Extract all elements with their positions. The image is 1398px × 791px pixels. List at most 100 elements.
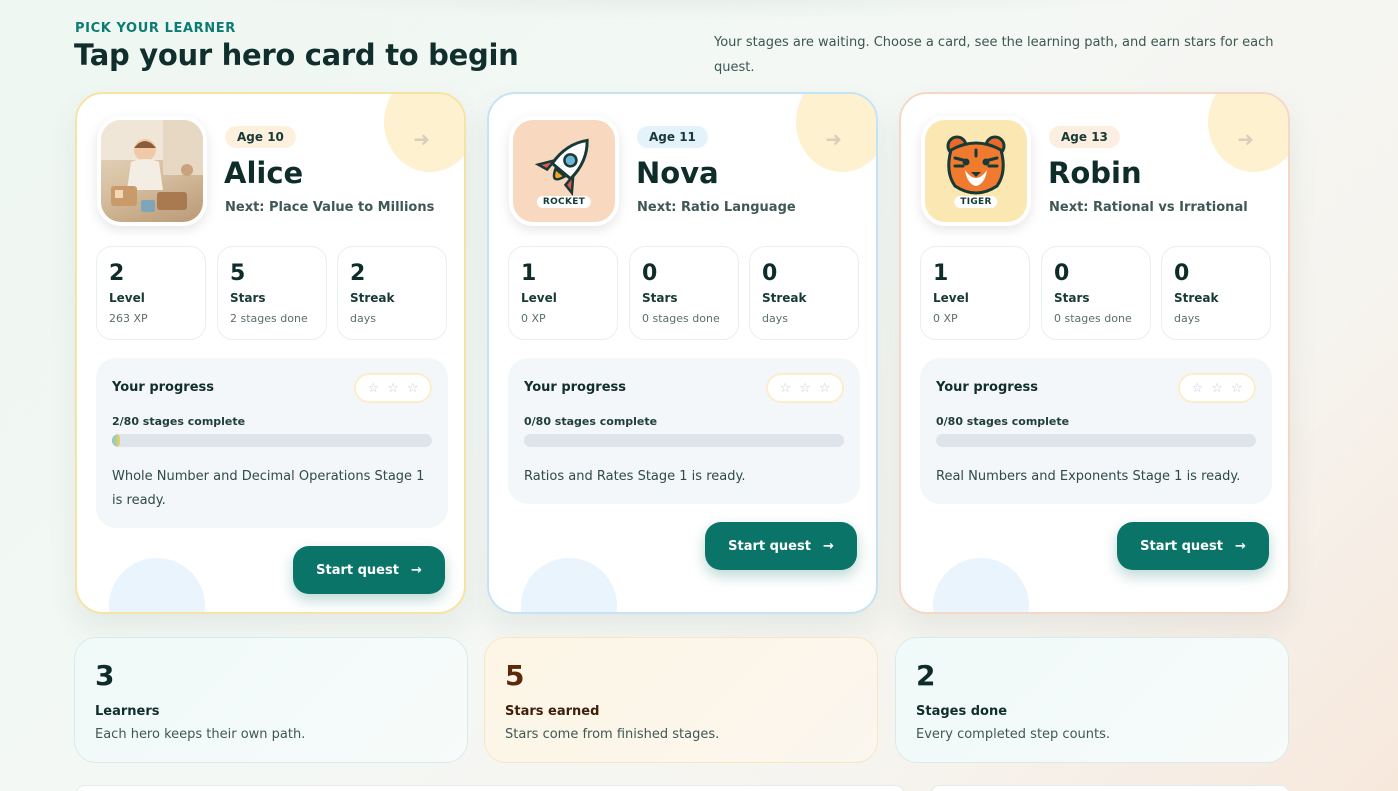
avatar: TIGER	[921, 116, 1031, 226]
summary-label: Stages done	[916, 704, 1008, 719]
avatar-tag: TIGER	[954, 196, 998, 208]
stat-label: Stars	[642, 291, 678, 305]
progress-message: Ratios and Rates Stage 1 is ready.	[524, 469, 746, 484]
progress-count: 0/80 stages complete	[524, 415, 658, 428]
hero-card-alice[interactable]: ➜ Age 10 Alice Next: Place Value to Mill…	[75, 92, 466, 614]
stat-level: 1 Level 0 XP	[508, 246, 618, 340]
summary-label: Learners	[95, 704, 160, 719]
avatar: ROCKET	[509, 116, 619, 226]
child-photo-icon	[101, 120, 203, 212]
stat-sub: 263 XP	[109, 312, 148, 325]
top-shadow	[200, 0, 1200, 20]
star-outline-icon: ☆	[1230, 380, 1243, 396]
stat-label: Level	[933, 291, 969, 305]
stat-sub: 0 stages done	[642, 312, 720, 325]
stat-value: 5	[230, 261, 246, 286]
summary-stars: 5 Stars earned Stars come from finished …	[484, 637, 878, 763]
eyebrow-label: PICK YOUR LEARNER	[75, 21, 236, 36]
stat-stars: 0 Stars 0 stages done	[629, 246, 739, 340]
progress-message: Real Numbers and Exponents Stage 1 is re…	[936, 469, 1241, 484]
stat-sub: 0 XP	[933, 312, 958, 325]
stat-sub: days	[1174, 312, 1200, 325]
age-badge: Age 10	[225, 126, 296, 148]
stat-sub: days	[762, 312, 788, 325]
stat-level: 2 Level 263 XP	[96, 246, 206, 340]
avatar	[97, 116, 207, 226]
stat-label: Stars	[1054, 291, 1090, 305]
avatar-tiger: TIGER	[925, 120, 1027, 222]
decor-blob	[109, 558, 205, 612]
next-lesson: Next: Rational vs Irrational	[1049, 200, 1248, 215]
stat-value: 1	[521, 261, 537, 286]
decor-blob	[933, 558, 1029, 612]
summary-description: Each hero keeps their own path.	[95, 727, 306, 742]
progress-bar	[936, 434, 1256, 447]
progress-bar-fill	[112, 434, 120, 447]
stat-sub: 2 stages done	[230, 312, 308, 325]
summary-description: Every completed step counts.	[916, 727, 1111, 742]
stat-sub: days	[350, 312, 376, 325]
progress-bar	[524, 434, 844, 447]
stat-label: Level	[521, 291, 557, 305]
star-outline-icon: ☆	[799, 380, 811, 396]
hero-card-nova[interactable]: ➜ ROCKET Age 11 Nova Next: Ratio Languag…	[487, 92, 878, 614]
avatar-photo	[101, 120, 203, 222]
decor-blob	[521, 558, 617, 612]
next-section-card	[930, 785, 1290, 791]
summary-description: Stars come from finished stages.	[505, 727, 720, 742]
stat-value: 0	[1054, 261, 1070, 286]
hero-name: Robin	[1048, 156, 1142, 190]
hero-name: Alice	[224, 156, 304, 190]
arrow-right-icon: ➜	[1237, 127, 1254, 151]
star-rating: ☆ ☆ ☆	[766, 373, 844, 403]
star-outline-icon: ☆	[367, 380, 380, 396]
progress-bar	[112, 434, 432, 447]
start-quest-button[interactable]: Start quest →	[1117, 522, 1269, 570]
start-quest-button[interactable]: Start quest →	[293, 546, 445, 594]
star-outline-icon: ☆	[779, 380, 792, 396]
progress-panel: Your progress ☆ ☆ ☆ 2/80 stages complete…	[96, 358, 448, 528]
stat-value: 2	[350, 261, 366, 286]
hero-card-robin[interactable]: ➜ TIGER Age 13 Robin Next: Rational vs I…	[899, 92, 1290, 614]
progress-panel: Your progress ☆ ☆ ☆ 0/80 stages complete…	[920, 358, 1272, 504]
stat-sub: 0 stages done	[1054, 312, 1132, 325]
stat-label: Stars	[230, 291, 266, 305]
summary-value: 2	[916, 659, 936, 692]
button-label: Start quest	[728, 538, 811, 554]
age-badge: Age 13	[1049, 126, 1120, 148]
stat-stars: 0 Stars 0 stages done	[1041, 246, 1151, 340]
star-outline-icon: ☆	[818, 380, 831, 396]
arrow-right-icon: →	[822, 538, 834, 554]
start-quest-button[interactable]: Start quest →	[705, 522, 857, 570]
button-label: Start quest	[1140, 538, 1223, 554]
star-outline-icon: ☆	[387, 380, 399, 396]
progress-panel: Your progress ☆ ☆ ☆ 0/80 stages complete…	[508, 358, 860, 504]
button-label: Start quest	[316, 562, 399, 578]
stat-streak: 0 Streak days	[749, 246, 859, 340]
next-lesson: Next: Place Value to Millions	[225, 200, 435, 215]
arrow-right-icon: →	[410, 562, 422, 578]
stat-label: Level	[109, 291, 145, 305]
star-outline-icon: ☆	[1211, 380, 1223, 396]
progress-count: 2/80 stages complete	[112, 415, 246, 428]
stat-value: 0	[642, 261, 658, 286]
stat-label: Streak	[1174, 291, 1219, 305]
stat-sub: 0 XP	[521, 312, 546, 325]
hero-name: Nova	[636, 156, 719, 190]
summary-value: 5	[505, 659, 525, 692]
stat-label: Streak	[350, 291, 395, 305]
summary-label: Stars earned	[505, 704, 600, 719]
stat-stars: 5 Stars 2 stages done	[217, 246, 327, 340]
age-badge: Age 11	[637, 126, 708, 148]
avatar-tag: ROCKET	[536, 196, 592, 208]
arrow-right-icon: ➜	[825, 127, 842, 151]
star-outline-icon: ☆	[406, 380, 419, 396]
star-outline-icon: ☆	[1191, 380, 1204, 396]
stat-level: 1 Level 0 XP	[920, 246, 1030, 340]
next-lesson: Next: Ratio Language	[637, 200, 796, 215]
summary-value: 3	[95, 659, 115, 692]
summary-learners: 3 Learners Each hero keeps their own pat…	[74, 637, 468, 763]
stat-value: 1	[933, 261, 949, 286]
next-section-card	[75, 785, 905, 791]
stat-value: 2	[109, 261, 125, 286]
